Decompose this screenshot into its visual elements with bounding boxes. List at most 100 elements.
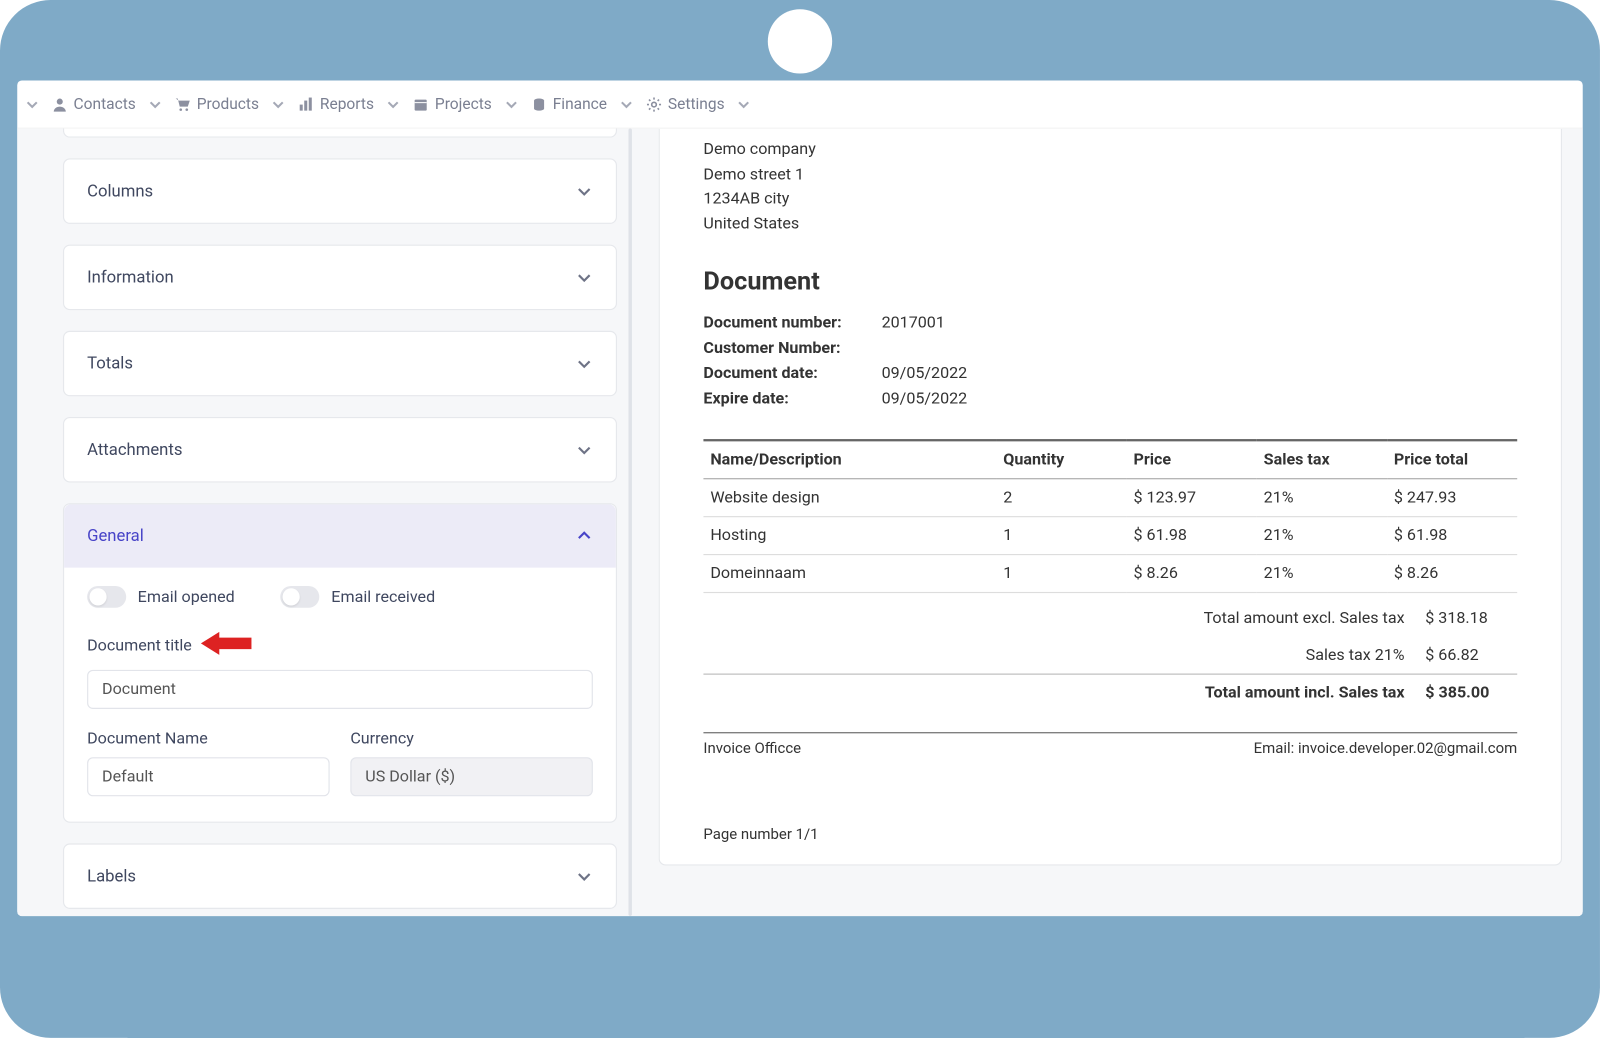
app-screen: Contacts Products Reports Projects Finan… <box>17 80 1582 916</box>
chevron-down-icon <box>576 868 593 885</box>
cell-total: $ 61.98 <box>1387 516 1517 554</box>
toggle-label: Email opened <box>138 588 235 606</box>
table-row: Domeinnaam 1 $ 8.26 21% $ 8.26 <box>703 554 1517 592</box>
address-zip: 1234AB city <box>703 188 1517 213</box>
stack-icon <box>531 96 547 112</box>
cell-price: $ 123.97 <box>1127 478 1257 516</box>
content-area: Columns Information Totals <box>17 129 1582 916</box>
document-name-input[interactable] <box>87 757 330 796</box>
meta-label: Expire date: <box>703 386 881 411</box>
chart-icon <box>298 96 314 112</box>
document-footer: Invoice Officce Email: invoice.developer… <box>703 732 1517 757</box>
document-name-label: Document Name <box>87 730 330 748</box>
document-preview-column: Demo company Demo street 1 1234AB city U… <box>638 129 1583 916</box>
card-labels: Labels <box>63 844 617 910</box>
cell-tax: 21% <box>1257 554 1387 592</box>
chevron-down-icon[interactable] <box>383 87 404 121</box>
toggle-email-opened[interactable] <box>87 586 126 608</box>
document-preview: Demo company Demo street 1 1234AB city U… <box>659 129 1562 865</box>
cell-qty: 1 <box>996 516 1126 554</box>
meta-value: 09/05/2022 <box>882 386 968 411</box>
cell-desc: Website design <box>703 478 996 516</box>
meta-value: 09/05/2022 <box>882 361 968 386</box>
nav-reports[interactable]: Reports <box>293 90 378 118</box>
annotation-red-arrow-icon <box>201 631 252 661</box>
table-header-row: Name/Description Quantity Price Sales ta… <box>703 440 1517 479</box>
card-header-information[interactable]: Information <box>64 246 616 309</box>
nav-label: Finance <box>553 95 607 113</box>
nav-products[interactable]: Products <box>170 90 263 118</box>
chevron-down-icon[interactable] <box>501 87 522 121</box>
card-title: Totals <box>87 354 133 374</box>
cell-price: $ 8.26 <box>1127 554 1257 592</box>
cell-tax: 21% <box>1257 516 1387 554</box>
line-items-table: Name/Description Quantity Price Sales ta… <box>703 439 1517 593</box>
address-country: United States <box>703 213 1517 238</box>
meta-label: Customer Number: <box>703 335 881 360</box>
document-title-input[interactable] <box>87 670 593 709</box>
chevron-down-icon[interactable] <box>268 87 289 121</box>
table-row: Website design 2 $ 123.97 21% $ 247.93 <box>703 478 1517 516</box>
chevron-down-icon[interactable] <box>145 87 166 121</box>
total-tax-label: Sales tax 21% <box>1149 646 1425 664</box>
currency-select[interactable] <box>351 757 594 796</box>
chevron-down-icon[interactable] <box>22 87 43 121</box>
label-text: Document title <box>87 637 192 655</box>
nav-projects[interactable]: Projects <box>408 90 496 118</box>
nav-contacts[interactable]: Contacts <box>47 90 140 118</box>
chevron-up-icon <box>576 528 593 545</box>
card-header-general[interactable]: General <box>64 505 616 568</box>
toggle-email-received[interactable] <box>281 586 320 608</box>
nav-finance[interactable]: Finance <box>526 90 611 118</box>
total-incl-value: $ 385.00 <box>1425 684 1517 702</box>
chevron-down-icon <box>576 441 593 458</box>
document-title-heading: Document <box>703 268 1517 297</box>
card-title: Attachments <box>87 440 182 460</box>
card-attachments: Attachments <box>63 417 617 483</box>
card-title: General <box>87 526 144 546</box>
document-title-label: Document title <box>87 631 593 661</box>
col-tax: Sales tax <box>1257 440 1387 479</box>
col-total: Price total <box>1387 440 1517 479</box>
cell-desc: Hosting <box>703 516 996 554</box>
chevron-down-icon[interactable] <box>616 87 637 121</box>
total-excl-value: $ 318.18 <box>1425 609 1517 627</box>
cell-total: $ 8.26 <box>1387 554 1517 592</box>
currency-label: Currency <box>351 730 594 748</box>
nav-label: Contacts <box>74 95 136 113</box>
cart-icon <box>175 96 191 112</box>
col-desc: Name/Description <box>703 440 996 479</box>
chevron-down-icon[interactable] <box>734 87 755 121</box>
card-title: Labels <box>87 867 136 887</box>
table-row: Hosting 1 $ 61.98 21% $ 61.98 <box>703 516 1517 554</box>
footer-right: Email: invoice.developer.02@gmail.com <box>1254 740 1518 757</box>
card-title: Information <box>87 268 174 288</box>
nav-label: Reports <box>320 95 374 113</box>
card-header-labels[interactable]: Labels <box>64 845 616 908</box>
card-header-columns[interactable]: Columns <box>64 160 616 223</box>
total-excl-label: Total amount excl. Sales tax <box>1149 609 1425 627</box>
footer-left: Invoice Officce <box>703 740 801 757</box>
document-meta-table: Document number: 2017001 Customer Number… <box>703 310 967 411</box>
nav-label: Products <box>197 95 259 113</box>
col-price: Price <box>1127 440 1257 479</box>
chevron-down-icon <box>576 269 593 286</box>
nav-label: Projects <box>435 95 492 113</box>
card-header-attachments[interactable]: Attachments <box>64 418 616 481</box>
total-tax-value: $ 66.82 <box>1425 646 1517 664</box>
meta-value <box>882 335 968 360</box>
chevron-down-icon <box>576 355 593 372</box>
card-header-totals[interactable]: Totals <box>64 332 616 395</box>
col-qty: Quantity <box>996 440 1126 479</box>
cell-price: $ 61.98 <box>1127 516 1257 554</box>
chevron-down-icon <box>576 183 593 200</box>
toggle-label: Email received <box>332 588 436 606</box>
calendar-icon <box>413 96 429 112</box>
card-columns: Columns <box>63 159 617 225</box>
page-number: Page number 1/1 <box>703 826 1517 843</box>
card-information: Information <box>63 245 617 311</box>
cell-total: $ 247.93 <box>1387 478 1517 516</box>
address-name: Demo company <box>703 138 1517 163</box>
totals-block: Total amount excl. Sales tax $ 318.18 Sa… <box>703 600 1517 711</box>
nav-settings[interactable]: Settings <box>641 90 729 118</box>
